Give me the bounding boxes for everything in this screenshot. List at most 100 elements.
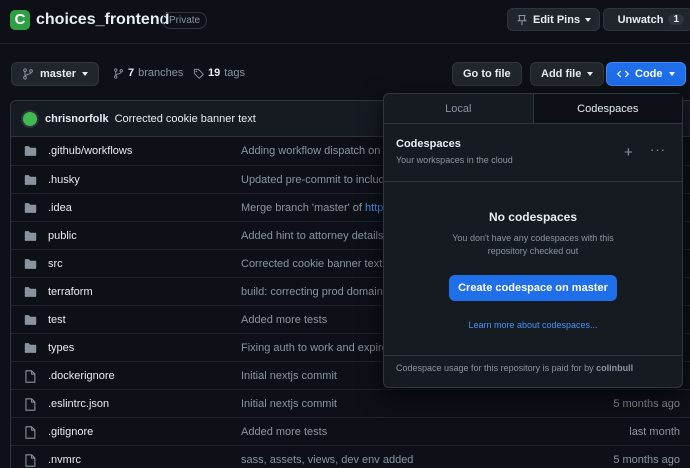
- chevron-down-icon: [82, 72, 89, 76]
- tab-local[interactable]: Local: [384, 94, 533, 123]
- visibility-badge: Private: [162, 12, 208, 29]
- file-name[interactable]: .gitignore: [48, 426, 93, 438]
- commit-message-text: Added more tests: [241, 426, 328, 438]
- file-name[interactable]: .idea: [48, 202, 72, 214]
- file-name[interactable]: terraform: [48, 286, 93, 298]
- commit-message-text: Adding workflow dispatch on: [241, 145, 381, 157]
- file-row[interactable]: .gitignore Added more tests last month: [11, 417, 690, 445]
- repo-header: C choices_frontend Private Edit Pins Unw…: [0, 0, 690, 44]
- file-commit-message[interactable]: sass, assets, views, dev env added: [241, 454, 413, 466]
- file-commit-time: last month: [629, 426, 680, 438]
- file-commit-message[interactable]: Merge branch 'master' of http: [241, 202, 383, 214]
- edit-pins-button[interactable]: Edit Pins: [507, 8, 601, 31]
- branches-label: branches: [138, 67, 184, 79]
- file-name[interactable]: types: [48, 342, 74, 354]
- footer-text: Codespace usage for this repository is p…: [396, 363, 597, 373]
- branch-icon: [23, 68, 33, 80]
- commit-message-text: Corrected cookie banner text: [241, 258, 383, 270]
- folder-icon: [24, 258, 37, 273]
- folder-icon: [24, 202, 37, 217]
- commit-message-text: Merge branch 'master' of: [241, 202, 366, 214]
- footer-user: colinbull: [596, 363, 634, 373]
- file-commit-message[interactable]: build: correcting prod domain: [241, 286, 383, 298]
- file-name[interactable]: .github/workflows: [48, 145, 132, 157]
- create-codespace-button[interactable]: Create codespace on master: [449, 275, 617, 301]
- commit-message[interactable]: Corrected cookie banner text: [115, 113, 256, 125]
- chevron-down-icon: [668, 72, 675, 76]
- watch-count: 1: [668, 14, 684, 25]
- folder-icon: [24, 314, 37, 329]
- file-icon: [24, 398, 36, 414]
- file-commit-message[interactable]: Corrected cookie banner text: [241, 258, 382, 270]
- file-commit-time: 5 months ago: [613, 454, 680, 466]
- code-icon: [617, 70, 629, 78]
- file-name[interactable]: src: [48, 258, 63, 270]
- file-row[interactable]: .nvmrc sass, assets, views, dev env added…: [11, 445, 690, 468]
- code-label: Code: [635, 68, 663, 80]
- pin-icon: [516, 14, 528, 25]
- chevron-down-icon: [585, 17, 592, 22]
- unwatch-button[interactable]: Unwatch 1: [603, 8, 690, 31]
- code-dropdown: Local Codespaces Codespaces Your workspa…: [383, 93, 683, 388]
- learn-more-link[interactable]: Learn more about codespaces...: [384, 320, 682, 330]
- commit-message-text: Updated pre-commit to includ: [241, 174, 385, 186]
- add-file-label: Add file: [541, 68, 582, 80]
- plus-icon[interactable]: +: [624, 144, 633, 161]
- file-name[interactable]: .nvmrc: [48, 454, 81, 466]
- branch-select[interactable]: master: [11, 62, 100, 86]
- folder-icon: [24, 342, 37, 357]
- tags-link[interactable]: 19 tags: [193, 67, 245, 79]
- repo-name[interactable]: choices_frontend: [36, 11, 169, 29]
- commit-message-text: Initial nextjs commit: [241, 370, 337, 382]
- codespaces-empty-state: No codespaces You don't have any codespa…: [384, 182, 682, 356]
- tags-label: tags: [224, 67, 246, 79]
- unwatch-label: Unwatch: [617, 13, 664, 26]
- codespaces-footer: Codespace usage for this repository is p…: [396, 363, 633, 373]
- file-commit-message[interactable]: Updated pre-commit to includ: [241, 174, 385, 186]
- file-icon: [24, 370, 36, 386]
- add-file-button[interactable]: Add file: [530, 62, 605, 86]
- code-button[interactable]: Code: [606, 62, 686, 86]
- file-commit-message[interactable]: Added more tests: [241, 426, 327, 438]
- commit-author[interactable]: chrisnorfolk: [45, 113, 109, 125]
- file-name[interactable]: test: [48, 314, 66, 326]
- file-name[interactable]: .dockerignore: [48, 370, 115, 382]
- branches-link[interactable]: 7 branches: [113, 67, 183, 79]
- file-commit-message[interactable]: Added hint to attorney details: [241, 230, 383, 242]
- eye-icon: [612, 19, 613, 20]
- file-commit-message[interactable]: Adding workflow dispatch on: [241, 145, 380, 157]
- file-name[interactable]: public: [48, 230, 77, 242]
- file-row[interactable]: .eslintrc.json Initial nextjs commit 5 mon…: [11, 389, 690, 417]
- commit-message-text: build: correcting prod domain: [241, 286, 383, 298]
- codespaces-title: Codespaces: [396, 138, 461, 150]
- tags-count: 19: [208, 67, 221, 79]
- branch-name: master: [40, 68, 77, 80]
- file-icon: [24, 454, 36, 468]
- tag-icon: [193, 68, 204, 79]
- repo-logo[interactable]: C: [10, 10, 30, 30]
- kebab-menu-icon[interactable]: ···: [650, 142, 666, 157]
- file-commit-message[interactable]: Initial nextjs commit: [241, 398, 337, 410]
- avatar[interactable]: [21, 109, 39, 128]
- commit-message-text: Initial nextjs commit: [241, 398, 337, 410]
- go-to-file-button[interactable]: Go to file: [452, 62, 522, 86]
- branch-icon: [114, 67, 123, 79]
- file-name[interactable]: .eslintrc.json: [48, 398, 109, 410]
- code-dropdown-tabs: Local Codespaces: [384, 94, 682, 124]
- folder-icon: [24, 174, 37, 189]
- folder-icon: [24, 230, 37, 245]
- tab-codespaces[interactable]: Codespaces: [532, 94, 682, 123]
- file-icon: [24, 426, 36, 442]
- file-commit-message[interactable]: Added more tests: [241, 314, 327, 326]
- file-commit-message[interactable]: Fixing auth to work and expire: [241, 342, 388, 354]
- commit-message-link[interactable]: http: [365, 202, 383, 214]
- empty-description: You don't have any codespaces with this …: [452, 233, 614, 256]
- go-to-file-label: Go to file: [463, 68, 511, 80]
- commit-message-text: Added more tests: [241, 314, 328, 326]
- chevron-down-icon: [587, 72, 594, 76]
- file-commit-message[interactable]: Initial nextjs commit: [241, 370, 337, 382]
- file-toolbar: master 7 branches 19 tags Go to file Add…: [0, 62, 690, 88]
- file-commit-time: 5 months ago: [613, 398, 680, 410]
- commit-message-text: Fixing auth to work and expire: [241, 342, 388, 354]
- file-name[interactable]: .husky: [48, 174, 80, 186]
